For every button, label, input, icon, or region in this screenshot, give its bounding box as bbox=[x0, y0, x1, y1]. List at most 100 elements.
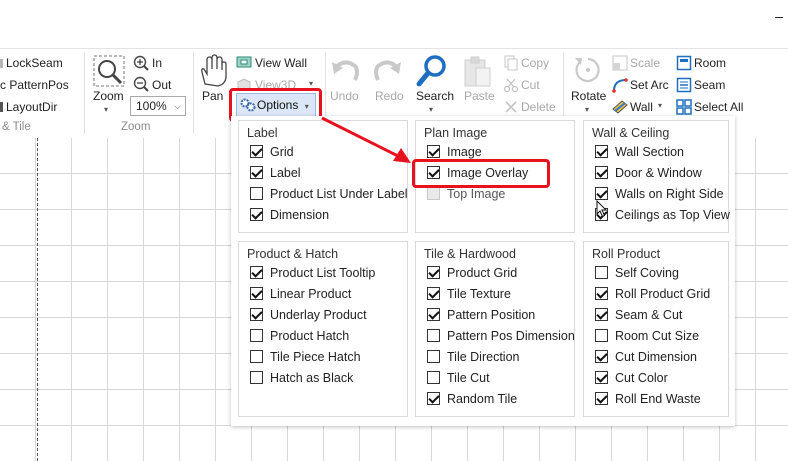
select-all-button[interactable]: Select All bbox=[694, 100, 743, 114]
seam-button[interactable]: Seam bbox=[694, 78, 725, 92]
pan-hand-icon bbox=[201, 54, 227, 87]
option-cut-dimension[interactable]: Cut Dimension bbox=[595, 350, 697, 366]
redo-button[interactable]: Redo bbox=[375, 89, 404, 103]
option-seam-and-cut[interactable]: Seam & Cut bbox=[595, 308, 682, 324]
option-cut-color[interactable]: Cut Color bbox=[595, 371, 668, 387]
option-product-list-tooltip[interactable]: Product List Tooltip bbox=[250, 266, 375, 282]
option-product-grid[interactable]: Product Grid bbox=[427, 266, 517, 282]
option-label: Label bbox=[270, 166, 301, 180]
option-tile-texture[interactable]: Tile Texture bbox=[427, 287, 511, 303]
cut-button[interactable]: Cut bbox=[521, 78, 540, 92]
checkbox[interactable] bbox=[250, 308, 263, 322]
option-underlay-product[interactable]: Underlay Product bbox=[250, 308, 367, 324]
option-door-and-window[interactable]: Door & Window bbox=[595, 166, 702, 182]
option-label: Tile Piece Hatch bbox=[270, 350, 361, 364]
layoutdir-button[interactable]: LayoutDir bbox=[6, 100, 57, 114]
option-linear-product[interactable]: Linear Product bbox=[250, 287, 351, 303]
checkbox[interactable] bbox=[250, 208, 263, 222]
checkbox[interactable] bbox=[427, 350, 440, 364]
lockseam-button[interactable]: LockSeam bbox=[6, 56, 63, 70]
zoom-dropdown-icon[interactable]: ▾ bbox=[104, 105, 108, 114]
option-label: Wall Section bbox=[615, 145, 685, 159]
option-product-hatch[interactable]: Product Hatch bbox=[250, 329, 349, 345]
option-roll-end-waste[interactable]: Roll End Waste bbox=[595, 392, 701, 408]
scale-icon bbox=[612, 55, 628, 71]
minimize-button[interactable]: – bbox=[770, 8, 788, 28]
option-pattern-pos-dimension[interactable]: Pattern Pos Dimension bbox=[427, 329, 575, 345]
patternpos-button[interactable]: c PatternPos bbox=[0, 78, 69, 92]
view3d-dropdown-icon[interactable]: ▾ bbox=[309, 79, 313, 88]
checkbox[interactable] bbox=[427, 371, 440, 385]
scale-button[interactable]: Scale bbox=[630, 56, 660, 70]
lockseam-icon bbox=[0, 59, 3, 68]
delete-button[interactable]: Delete bbox=[521, 100, 556, 114]
checkbox[interactable] bbox=[595, 371, 608, 385]
checkbox[interactable] bbox=[595, 392, 608, 406]
option-label: Roll End Waste bbox=[615, 392, 701, 406]
option-group-title: Plan Image bbox=[424, 126, 488, 140]
checkbox[interactable] bbox=[595, 187, 608, 201]
checkbox[interactable] bbox=[427, 266, 440, 280]
checkbox[interactable] bbox=[595, 287, 608, 301]
option-grid[interactable]: Grid bbox=[250, 145, 294, 161]
zoom-out-button[interactable]: Out bbox=[152, 78, 171, 92]
delete-x-icon bbox=[505, 101, 517, 113]
wall-button[interactable]: Wall bbox=[630, 100, 653, 114]
option-tile-cut[interactable]: Tile Cut bbox=[427, 371, 490, 387]
checkbox[interactable] bbox=[250, 266, 263, 280]
room-button[interactable]: Room bbox=[694, 56, 726, 70]
option-walls-on-right-side[interactable]: Walls on Right Side bbox=[595, 187, 724, 203]
option-room-cut-size[interactable]: Room Cut Size bbox=[595, 329, 699, 345]
checkbox[interactable] bbox=[427, 308, 440, 322]
zoom-level-value: 100% bbox=[136, 99, 167, 113]
checkbox[interactable] bbox=[250, 287, 263, 301]
zoom-button[interactable]: Zoom bbox=[93, 89, 124, 103]
pan-button[interactable]: Pan bbox=[202, 89, 223, 103]
checkbox[interactable] bbox=[595, 266, 608, 280]
option-dimension[interactable]: Dimension bbox=[250, 208, 329, 224]
checkbox[interactable] bbox=[250, 166, 263, 180]
redo-icon bbox=[374, 60, 401, 81]
option-roll-product-grid[interactable]: Roll Product Grid bbox=[595, 287, 710, 303]
set-arc-button[interactable]: Set Arc bbox=[630, 78, 669, 92]
view-wall-button[interactable]: View Wall bbox=[255, 56, 307, 70]
zoom-level-select[interactable]: 100% ⌵ bbox=[130, 96, 186, 116]
option-tile-piece-hatch[interactable]: Tile Piece Hatch bbox=[250, 350, 361, 366]
option-random-tile[interactable]: Random Tile bbox=[427, 392, 517, 408]
option-ceilings-as-top-view[interactable]: Ceilings as Top View bbox=[595, 208, 730, 224]
checkbox[interactable] bbox=[427, 187, 440, 201]
undo-button[interactable]: Undo bbox=[330, 89, 359, 103]
checkbox[interactable] bbox=[595, 308, 608, 322]
option-tile-direction[interactable]: Tile Direction bbox=[427, 350, 519, 366]
rotate-dropdown-icon[interactable]: ▾ bbox=[585, 105, 589, 114]
checkbox[interactable] bbox=[250, 145, 263, 159]
option-label: Seam & Cut bbox=[615, 308, 683, 322]
checkbox[interactable] bbox=[250, 187, 263, 201]
checkbox[interactable] bbox=[427, 329, 440, 343]
search-dropdown-icon[interactable]: ▾ bbox=[429, 105, 433, 114]
paste-button[interactable]: Paste bbox=[464, 89, 495, 103]
checkbox[interactable] bbox=[595, 166, 608, 180]
option-wall-section[interactable]: Wall Section bbox=[595, 145, 684, 161]
checkbox[interactable] bbox=[595, 145, 608, 159]
option-self-coving[interactable]: Self Coving bbox=[595, 266, 679, 282]
zoom-in-button[interactable]: In bbox=[152, 56, 162, 70]
option-top-image[interactable]: Top Image bbox=[427, 187, 505, 203]
checkbox[interactable] bbox=[250, 350, 263, 364]
checkbox[interactable] bbox=[250, 371, 263, 385]
rotate-button[interactable]: Rotate bbox=[571, 89, 606, 103]
option-product-list-under-label[interactable]: Product List Under Label bbox=[250, 187, 408, 203]
wall-dropdown-icon[interactable]: ▾ bbox=[658, 101, 662, 110]
copy-button[interactable]: Copy bbox=[521, 56, 549, 70]
option-hatch-as-black[interactable]: Hatch as Black bbox=[250, 371, 353, 387]
search-button[interactable]: Search bbox=[416, 89, 454, 103]
checkbox[interactable] bbox=[250, 329, 263, 343]
checkbox[interactable] bbox=[427, 145, 440, 159]
checkbox[interactable] bbox=[427, 392, 440, 406]
image-overlay-highlight-box bbox=[412, 159, 550, 188]
option-label[interactable]: Label bbox=[250, 166, 301, 182]
checkbox[interactable] bbox=[595, 329, 608, 343]
checkbox[interactable] bbox=[595, 350, 608, 364]
checkbox[interactable] bbox=[427, 287, 440, 301]
option-pattern-position[interactable]: Pattern Position bbox=[427, 308, 535, 324]
